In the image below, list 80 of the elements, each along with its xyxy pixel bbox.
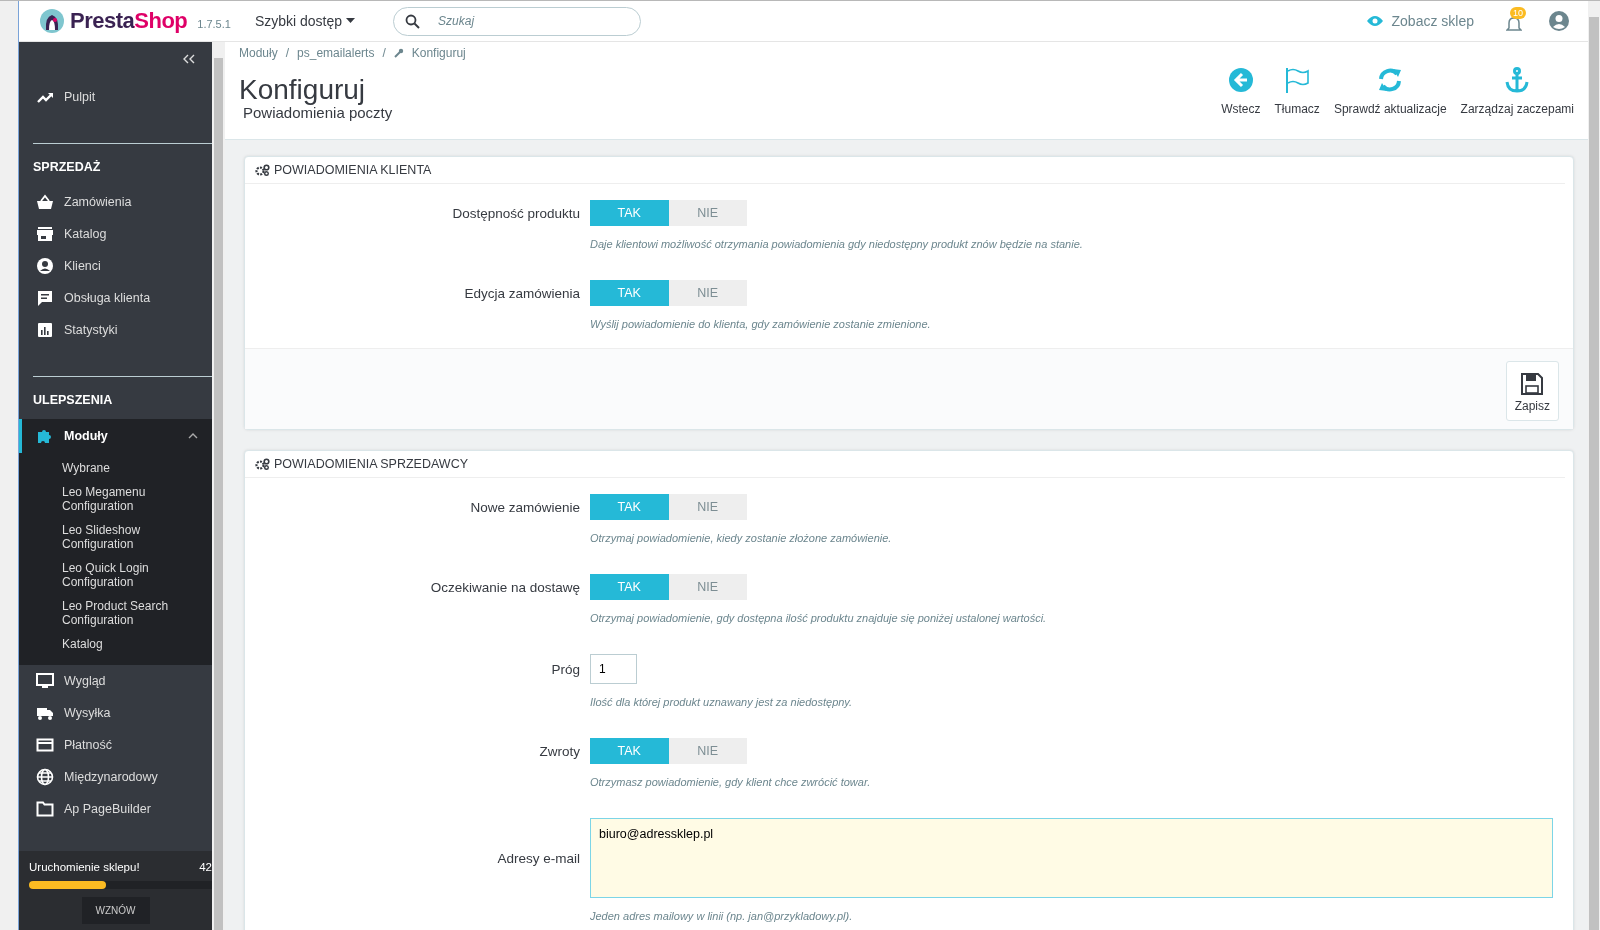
monitor-icon	[36, 672, 54, 690]
breadcrumb-link[interactable]: ps_emailalerts	[297, 46, 375, 60]
wrench-icon	[393, 48, 404, 58]
field-label: Adresy e-mail	[496, 850, 580, 866]
cogs-icon	[255, 164, 270, 176]
page-subtitle: Powiadomienia poczty	[243, 104, 394, 121]
section-heading: ULEPSZENIA	[32, 392, 114, 409]
help-text: Otrzymaj powiadomienie, gdy dostępna ilość produktu znajduje się poniżej ustalonej wartości.	[590, 612, 1048, 624]
chart-icon	[36, 321, 54, 339]
sidebar-item[interactable]: Zamówienia	[19, 186, 212, 218]
help-text: Daje klientowi możliwość otrzymania powiadomienia gdy niedostępny produkt znów będzie na stanie.	[590, 238, 1084, 250]
scrollbar[interactable]	[1588, 1, 1600, 930]
field-label: Próg	[550, 661, 580, 677]
field-label: Edycja zamówienia	[463, 285, 580, 301]
email-field[interactable]: biuro@adressklep.pl	[590, 818, 1553, 898]
sidebar-item[interactable]: Wygląd	[19, 665, 212, 697]
store-icon	[36, 225, 54, 243]
submenu-item[interactable]: Wybrane	[19, 461, 212, 475]
scrollbar[interactable]	[212, 42, 225, 930]
bell-icon	[1506, 15, 1522, 33]
puzzle-icon	[36, 427, 54, 445]
window-icon	[36, 800, 54, 818]
sidebar-item[interactable]: Wysyłka	[19, 697, 212, 729]
field-label: Oczekiwanie na dostawę	[429, 579, 580, 595]
sidebar-item[interactable]: Pulpit	[19, 81, 212, 113]
sidebar-item[interactable]: Obsługa klienta	[19, 282, 212, 314]
breadcrumb-link[interactable]: Konfiguruj	[411, 46, 466, 60]
breadcrumb-separator: /	[382, 46, 386, 60]
quick-access-menu[interactable]: Szybki dostęp	[248, 12, 362, 30]
toolbar-button[interactable]: Wstecz	[1221, 66, 1261, 121]
caret-icon	[346, 18, 356, 24]
search-icon	[405, 13, 421, 29]
save-button[interactable]: Zapisz	[1505, 361, 1559, 421]
submenu-item[interactable]: Leo Product Search Configuration	[19, 599, 212, 627]
submenu-item[interactable]: Leo Slideshow Configuration	[19, 523, 212, 551]
toolbar-button[interactable]: Tłumacz	[1274, 66, 1320, 121]
person-icon	[36, 257, 54, 275]
section-heading: SPRZEDAŻ	[32, 159, 102, 176]
sidebar-item[interactable]: Katalog	[19, 218, 212, 250]
eye-icon	[1365, 15, 1384, 27]
chevron-up-icon	[188, 433, 198, 439]
toolbar-button[interactable]: Sprawdź aktualizacje	[1333, 66, 1447, 121]
help-text: Jeden adres mailowy w linii (np. jan@przykladowy.pl).	[590, 910, 854, 922]
toolbar-button[interactable]: Zarządzaj zaczepami	[1460, 66, 1574, 121]
breadcrumb-link[interactable]: Moduły	[239, 46, 278, 60]
view-shop-link[interactable]: Zobacz sklep	[1359, 12, 1480, 30]
search-field[interactable]: Szukaj	[393, 6, 642, 36]
panel-title: POWIADOMIENIA SPRZEDAWCY	[274, 457, 468, 471]
sidebar-item[interactable]: Płatność	[19, 729, 212, 761]
submenu-item[interactable]: Leo Megamenu Configuration	[19, 485, 212, 513]
help-text: Wyślij powiadomienie do klienta, gdy zamówienie zostanie zmienione.	[590, 318, 932, 330]
card-icon	[36, 736, 54, 754]
sidebar-item[interactable]: Statystyki	[19, 314, 212, 346]
onboarding-label: Uruchomienie sklepu!	[29, 861, 140, 873]
sidebar-item[interactable]: Moduły	[19, 419, 212, 453]
progress-percent: 42	[199, 861, 212, 873]
panel-title: POWIADOMIENIA KLIENTA	[274, 163, 432, 177]
page-title: Konfiguruj	[239, 76, 367, 104]
sidebar-item[interactable]: Międzynarodowy	[19, 761, 212, 793]
flag-icon	[1283, 66, 1312, 94]
help-text: Otrzymaj powiadomienie, kiedy zostanie złożone zamówienie.	[590, 532, 893, 544]
sidebar-item[interactable]: Ap PageBuilder	[19, 793, 212, 825]
threshold-field[interactable]: 1	[590, 654, 637, 684]
help-text: Ilość dla której produkt uznawany jest za niedostępny.	[590, 696, 854, 708]
sidebar-item[interactable]: Klienci	[19, 250, 212, 282]
submenu-item[interactable]: Katalog	[19, 637, 212, 651]
logo-icon	[39, 8, 65, 34]
resume-button[interactable]: WZNÓW	[81, 897, 150, 924]
field-label: Dostępność produktu	[451, 205, 580, 221]
breadcrumb-separator: /	[285, 46, 290, 60]
globe-icon	[36, 768, 54, 786]
cogs-icon	[255, 458, 270, 470]
help-text: Otrzymasz powiadomienie, gdy klient chce zwrócić towar.	[590, 776, 872, 788]
basket-icon	[36, 193, 54, 211]
chat-icon	[36, 289, 54, 307]
field-label: Zwroty	[538, 743, 580, 759]
avatar-icon[interactable]	[1548, 10, 1570, 32]
submenu-item[interactable]: Leo Quick Login Configuration	[19, 561, 212, 589]
version-label: 1.7.5.1	[197, 17, 231, 30]
field-label: Nowe zamówienie	[469, 499, 580, 515]
